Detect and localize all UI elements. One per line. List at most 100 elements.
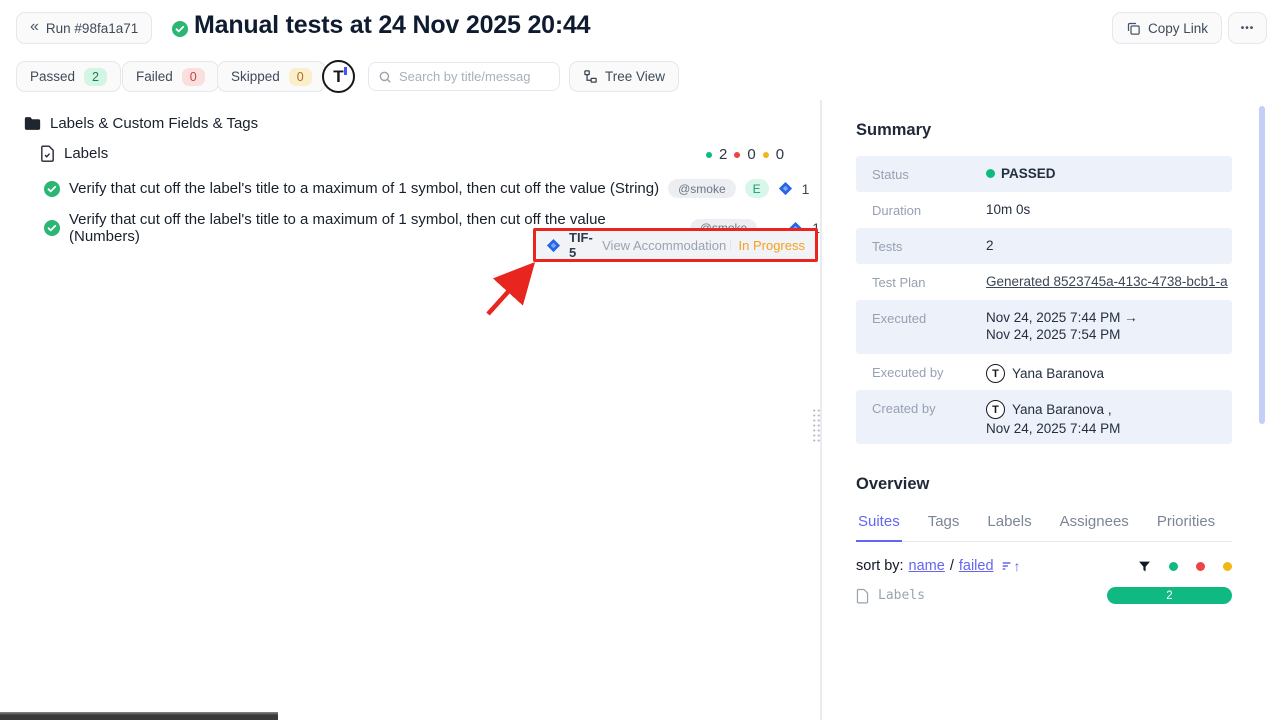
jira-icon bbox=[546, 238, 561, 253]
test-tree-panel: Labels & Custom Fields & Tags Labels 2 0… bbox=[0, 100, 820, 714]
tab-tags[interactable]: Tags bbox=[926, 507, 962, 541]
status-dot-icon bbox=[986, 169, 995, 178]
status-value: PASSED bbox=[986, 156, 1056, 181]
more-options-button[interactable]: ••• bbox=[1228, 12, 1267, 44]
tests-value: 2 bbox=[986, 228, 994, 253]
annotation-arrow-icon bbox=[480, 258, 542, 320]
passed-progress-bar[interactable]: 2 bbox=[1107, 587, 1232, 604]
annotation-highlight-box: TIF-5 View Accommodation Det... In Progr… bbox=[533, 228, 818, 262]
copy-link-label: Copy Link bbox=[1148, 21, 1208, 36]
sort-controls: sort by: name / failed ↑ bbox=[856, 558, 1232, 574]
suite-passed-count: 2 bbox=[719, 146, 727, 163]
passed-dot-icon bbox=[706, 152, 712, 158]
skipped-filter-button[interactable]: Skipped 0 bbox=[217, 61, 326, 92]
failed-dot-icon bbox=[734, 152, 740, 158]
tree-view-label: Tree View bbox=[605, 69, 665, 84]
summary-sidebar: Summary Status PASSED Duration 10m 0s Te… bbox=[836, 100, 1256, 720]
panel-resize-handle[interactable] bbox=[812, 408, 821, 444]
overview-suite-name: Labels bbox=[878, 588, 925, 603]
jira-issue-status: In Progress bbox=[739, 238, 805, 253]
summary-label: Executed bbox=[872, 300, 986, 326]
sort-separator: / bbox=[950, 558, 954, 574]
summary-label: Executed by bbox=[872, 354, 986, 380]
jira-issue-popup[interactable]: TIF-5 View Accommodation Det... In Progr… bbox=[536, 231, 815, 259]
skipped-dot-icon bbox=[763, 152, 769, 158]
passed-filter-button[interactable]: Passed 2 bbox=[16, 61, 121, 92]
file-icon bbox=[856, 588, 869, 604]
summary-label: Test Plan bbox=[872, 264, 986, 290]
test-plan-link[interactable]: Generated 8523745a-413c-4738-bcb1-a bbox=[986, 274, 1228, 289]
summary-label: Tests bbox=[872, 228, 986, 254]
summary-row-status: Status PASSED bbox=[856, 156, 1232, 192]
filter-toolbar: Passed 2 Failed 0 Skipped 0 T Tree View bbox=[0, 56, 1280, 100]
created-by-date: Nov 24, 2025 7:44 PM bbox=[986, 421, 1120, 436]
tab-priorities[interactable]: Priorities bbox=[1155, 507, 1217, 541]
status-legend bbox=[1138, 560, 1232, 573]
sort-by-label: sort by: bbox=[856, 558, 904, 574]
tree-folder-row[interactable]: Labels & Custom Fields & Tags bbox=[24, 115, 258, 132]
user-avatar-filter[interactable]: T bbox=[322, 60, 355, 93]
summary-title: Summary bbox=[856, 121, 931, 140]
summary-label: Status bbox=[872, 156, 986, 182]
page-title: Manual tests at 24 Nov 2025 20:44 bbox=[194, 11, 590, 40]
skipped-count-badge: 0 bbox=[289, 68, 312, 86]
test-passed-icon bbox=[44, 181, 60, 197]
tree-view-button[interactable]: Tree View bbox=[569, 61, 679, 92]
test-title: Verify that cut off the label's title to… bbox=[69, 180, 659, 197]
passed-filter-label: Passed bbox=[30, 69, 75, 84]
sort-order-icon[interactable] bbox=[1001, 560, 1013, 572]
summary-row-tests: Tests 2 bbox=[856, 228, 1232, 264]
test-row[interactable]: Verify that cut off the label's title to… bbox=[44, 179, 809, 198]
suite-counts: 2 0 0 bbox=[706, 146, 784, 163]
suite-label: Labels bbox=[64, 145, 108, 162]
executed-end: Nov 24, 2025 7:54 PM bbox=[986, 327, 1138, 342]
sidebar-scrollbar-thumb[interactable] bbox=[1259, 106, 1265, 424]
legend-failed-dot[interactable] bbox=[1196, 562, 1205, 571]
tab-labels[interactable]: Labels bbox=[985, 507, 1033, 541]
double-chevron-left-icon: « bbox=[30, 18, 39, 36]
user-avatar-icon: T bbox=[986, 364, 1005, 383]
ellipsis-icon: ••• bbox=[1241, 23, 1255, 34]
passed-check-icon bbox=[172, 21, 188, 37]
legend-passed-dot[interactable] bbox=[1169, 562, 1178, 571]
avatar-initial: T bbox=[333, 67, 343, 87]
sort-direction-arrow-icon[interactable]: ↑ bbox=[1014, 558, 1021, 574]
created-by-name: Yana Baranova , bbox=[1012, 402, 1112, 417]
tree-suite-row[interactable]: Labels bbox=[40, 145, 108, 162]
sort-by-name-link[interactable]: name bbox=[909, 558, 945, 574]
jira-icon[interactable] bbox=[778, 181, 793, 196]
passed-count-badge: 2 bbox=[84, 68, 107, 86]
executed-start: Nov 24, 2025 7:44 PM → bbox=[986, 310, 1138, 325]
summary-row-test-plan: Test Plan Generated 8523745a-413c-4738-b… bbox=[856, 264, 1232, 300]
skipped-filter-label: Skipped bbox=[231, 69, 280, 84]
tab-suites[interactable]: Suites bbox=[856, 507, 902, 542]
overview-suite-row[interactable]: Labels 2 bbox=[856, 587, 1232, 604]
suite-skipped-count: 0 bbox=[776, 146, 784, 163]
status-text: PASSED bbox=[1001, 166, 1056, 181]
legend-skipped-dot[interactable] bbox=[1223, 562, 1232, 571]
test-env-badge[interactable]: E bbox=[745, 179, 769, 198]
sort-by-failed-link[interactable]: failed bbox=[959, 558, 994, 574]
issue-count: 1 bbox=[802, 181, 810, 197]
back-button-label: Run #98fa1a71 bbox=[46, 21, 138, 36]
summary-table: Status PASSED Duration 10m 0s Tests 2 Te… bbox=[856, 156, 1232, 444]
tab-assignees[interactable]: Assignees bbox=[1058, 507, 1131, 541]
failed-filter-label: Failed bbox=[136, 69, 173, 84]
suite-file-icon bbox=[40, 145, 55, 162]
jira-issue-key: TIF-5 bbox=[569, 230, 594, 260]
bottom-edge-bar bbox=[0, 712, 278, 720]
test-passed-icon bbox=[44, 220, 60, 236]
failed-filter-button[interactable]: Failed 0 bbox=[122, 61, 219, 92]
filter-funnel-icon[interactable] bbox=[1138, 560, 1151, 573]
header: « Run #98fa1a71 Manual tests at 24 Nov 2… bbox=[0, 0, 1280, 56]
test-tag-badge[interactable]: @smoke bbox=[668, 179, 736, 198]
folder-icon bbox=[24, 116, 41, 131]
tree-view-icon bbox=[583, 69, 598, 84]
copy-icon bbox=[1126, 21, 1141, 36]
summary-row-duration: Duration 10m 0s bbox=[856, 192, 1232, 228]
copy-link-button[interactable]: Copy Link bbox=[1112, 12, 1222, 44]
search-input[interactable] bbox=[399, 69, 550, 84]
user-avatar-icon: T bbox=[986, 400, 1005, 419]
back-to-run-button[interactable]: « Run #98fa1a71 bbox=[16, 12, 152, 44]
search-icon bbox=[378, 70, 392, 84]
